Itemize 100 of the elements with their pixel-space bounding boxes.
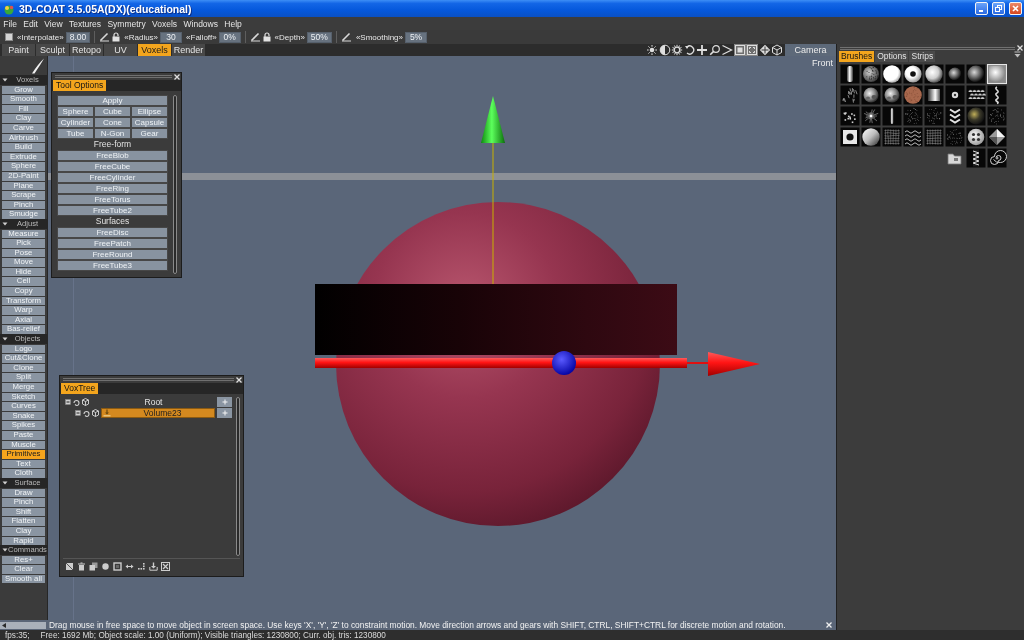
cylinder-brush-icon[interactable] <box>924 85 944 105</box>
grid-brush-icon[interactable] <box>924 127 944 147</box>
cube-icon[interactable] <box>771 44 783 56</box>
tool-button[interactable]: FreeCylinder <box>57 172 168 183</box>
checkbox[interactable] <box>5 33 13 41</box>
capsule-brush-icon[interactable] <box>882 106 902 126</box>
tab[interactable]: Paint <box>2 44 35 56</box>
tool-button[interactable]: FreeTorus <box>57 194 168 205</box>
magnifier-icon[interactable] <box>708 44 721 56</box>
spiral-brush-icon[interactable] <box>987 148 1007 168</box>
lumpy-ball-brush-icon[interactable] <box>861 85 881 105</box>
chevrons-brush-icon[interactable] <box>945 106 965 126</box>
tool-button[interactable]: FreeBlob <box>57 150 168 161</box>
square-ring-brush-icon[interactable] <box>840 127 860 147</box>
frame-icon[interactable] <box>113 561 122 571</box>
plus-icon[interactable] <box>696 44 708 56</box>
tool-button[interactable]: FreeTube3 <box>57 260 168 271</box>
menu-item[interactable]: File <box>0 17 21 30</box>
scrollbar[interactable] <box>173 95 177 274</box>
close-icon[interactable] <box>1017 45 1023 51</box>
capsule-brush-icon[interactable] <box>840 64 860 84</box>
glow-brush-icon[interactable] <box>966 64 986 84</box>
tool-button[interactable]: FreePatch <box>57 238 168 249</box>
scatter-brush-icon[interactable] <box>840 106 860 126</box>
slashed-square-icon[interactable] <box>65 561 74 571</box>
param-label[interactable]: «Falloff» <box>186 32 217 42</box>
camera-button[interactable]: Camera <box>785 44 836 56</box>
waves-brush-icon[interactable] <box>903 127 923 147</box>
tool-button[interactable]: FreeRing <box>57 183 168 194</box>
scribble-brush-icon[interactable] <box>840 85 860 105</box>
value-field[interactable]: 0% <box>218 31 241 43</box>
menu-item[interactable]: Voxels <box>148 17 181 30</box>
tab[interactable]: Render <box>172 44 205 56</box>
minimize-button[interactable] <box>975 2 988 15</box>
shape-button[interactable]: Gear <box>131 128 168 139</box>
tool-button[interactable]: FreeDisc <box>57 227 168 238</box>
gear-icon[interactable] <box>671 44 683 56</box>
param-label[interactable]: «Smoothing» <box>355 32 404 42</box>
textured-disc-brush-icon[interactable] <box>903 85 923 105</box>
panel-tab[interactable]: Strips <box>909 51 936 62</box>
menu-item[interactable]: View <box>41 17 66 30</box>
menu-item[interactable]: Textures <box>65 17 105 30</box>
trash-icon[interactable] <box>77 561 86 571</box>
shape-button[interactable]: N-Gon <box>94 128 131 139</box>
tree-item[interactable]: Root <box>91 397 215 407</box>
close-icon[interactable] <box>236 376 242 383</box>
scrollbar[interactable] <box>236 397 240 556</box>
download-icon[interactable] <box>149 561 158 571</box>
tree-toggle-icon[interactable] <box>75 410 81 416</box>
frame-icon[interactable] <box>746 44 758 56</box>
tool-button[interactable]: FreeTube2 <box>57 205 168 216</box>
tab[interactable]: Voxels <box>138 44 171 56</box>
small-ring-brush-icon[interactable] <box>945 85 965 105</box>
rotate-icon[interactable] <box>83 409 90 417</box>
square-icon[interactable] <box>733 44 746 56</box>
menu-item[interactable]: Windows <box>180 17 222 30</box>
panel-tab[interactable]: Options <box>875 51 909 62</box>
tab[interactable]: Sculpt <box>36 44 69 56</box>
dot-icon[interactable] <box>101 561 110 571</box>
zigzag-brush-icon[interactable] <box>966 148 986 168</box>
half-circle-icon[interactable] <box>658 44 671 56</box>
tool-button[interactable]: FreeRound <box>57 249 168 260</box>
panel-tab[interactable]: Tool Options <box>53 80 107 91</box>
glow-brush-icon[interactable] <box>945 64 965 84</box>
tab[interactable]: UV <box>104 44 137 56</box>
panel-tab[interactable]: Brushes <box>839 51 875 62</box>
squiggle-brush-icon[interactable] <box>987 85 1007 105</box>
horizontal-axis-arrow[interactable] <box>315 352 760 376</box>
chevron-icon[interactable] <box>721 44 733 56</box>
tab[interactable]: Retopo <box>70 44 103 56</box>
cross-box-icon[interactable] <box>161 561 170 571</box>
menu-item[interactable]: Symmetry <box>104 17 149 30</box>
cube-icon[interactable] <box>92 409 99 417</box>
apply-button[interactable]: Apply <box>57 95 168 106</box>
ball-brush-icon[interactable] <box>924 64 944 84</box>
dotted-corner-icon[interactable] <box>137 561 146 571</box>
ring-brush-icon[interactable] <box>903 64 923 84</box>
grid-brush-icon[interactable] <box>882 127 902 147</box>
shiny-ball-brush-icon[interactable] <box>861 127 881 147</box>
value-field[interactable]: 5% <box>405 31 428 43</box>
disc-brush-icon[interactable] <box>882 64 902 84</box>
value-field[interactable]: 50% <box>306 31 332 43</box>
close-icon[interactable] <box>174 73 180 80</box>
tool-button[interactable]: FreeCube <box>57 161 168 172</box>
rotate-icon[interactable] <box>683 44 696 56</box>
stack-icon[interactable] <box>89 561 98 571</box>
tree-toggle-icon[interactable] <box>65 399 71 405</box>
param-label[interactable]: «Depth» <box>274 32 305 42</box>
cube-icon[interactable] <box>82 398 89 406</box>
dark-ball-brush-icon[interactable] <box>966 106 986 126</box>
starburst-brush-icon[interactable] <box>861 106 881 126</box>
value-field[interactable]: 8.00 <box>65 31 91 43</box>
shape-button[interactable]: Tube <box>57 128 94 139</box>
scales-brush-icon[interactable] <box>966 85 986 105</box>
diamond-cross-icon[interactable] <box>758 44 771 56</box>
vertical-axis-arrow[interactable] <box>481 96 505 284</box>
caret-icon[interactable] <box>1014 51 1021 58</box>
tree-item[interactable]: Volume23 <box>101 408 215 418</box>
param-label[interactable]: «Interpolate» <box>17 32 64 42</box>
restore-button[interactable] <box>992 2 1005 15</box>
